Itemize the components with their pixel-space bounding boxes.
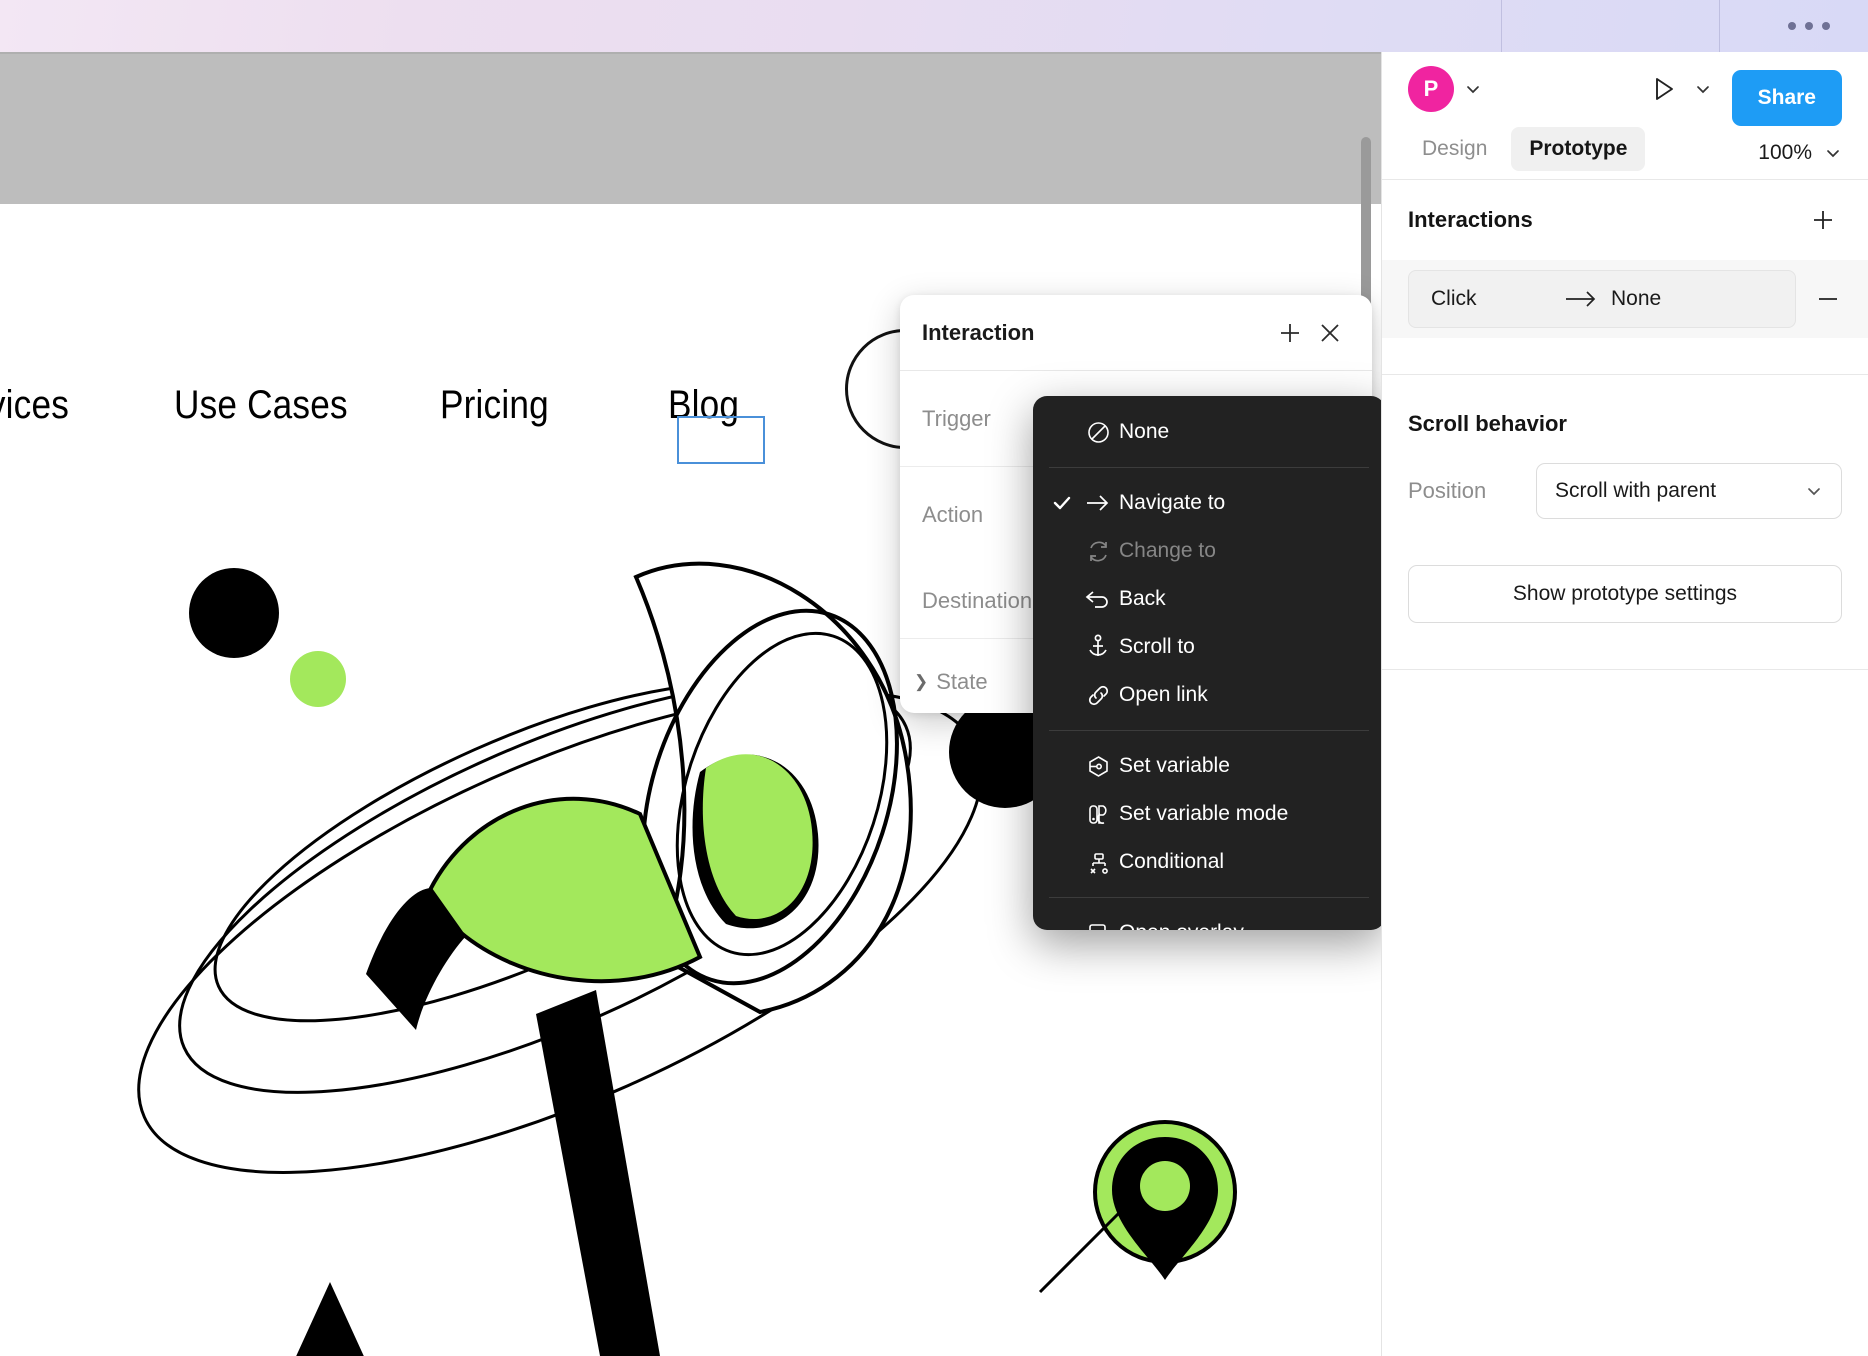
zoom-control[interactable]: 100% [1758,141,1842,165]
menu-item-label: Open overlay [1119,921,1244,930]
set-variable-icon [1077,754,1119,779]
interactions-header: Interactions [1382,180,1868,260]
tab-prototype[interactable]: Prototype [1511,127,1646,171]
menu-item-back[interactable]: Back [1033,575,1385,623]
menu-item-set-variable-mode[interactable]: Set variable mode [1033,790,1385,838]
arrow-back-icon [1077,588,1119,610]
menu-item-label: Change to [1119,539,1216,562]
chevron-right-icon: ❯ [914,672,929,691]
avatar[interactable]: P [1408,66,1454,112]
scroll-behavior-title: Scroll behavior [1408,411,1567,436]
variable-mode-icon [1077,802,1119,827]
prototype-settings-wrap: Show prototype settings [1382,519,1868,623]
menu-item-set-variable[interactable]: Set variable [1033,742,1385,790]
show-prototype-settings-button[interactable]: Show prototype settings [1408,565,1842,623]
menu-item-label: Conditional [1119,850,1225,873]
menu-item-navigate-to[interactable]: Navigate to [1033,479,1385,527]
menu-item-scroll-to[interactable]: Scroll to [1033,623,1385,671]
os-divider-2 [1719,0,1720,52]
os-divider-1 [1501,0,1502,52]
menu-item-open-link[interactable]: Open link [1033,671,1385,719]
interaction-row: Click None [1382,260,1868,338]
tab-design[interactable]: Design [1404,127,1505,171]
menu-item-open-overlay[interactable]: Open overlay [1033,909,1385,930]
arrow-right-icon [1077,493,1119,513]
menu-item-label: Back [1119,587,1166,610]
zoom-level-label: 100% [1758,141,1812,164]
open-overlay-icon [1077,921,1119,930]
share-button[interactable]: Share [1731,70,1842,126]
position-select[interactable]: Scroll with parent [1536,463,1842,519]
panel-divider-2 [1382,669,1868,670]
green-dot [290,651,346,707]
selection-outline-blog [677,416,765,464]
minus-icon[interactable] [1810,286,1846,312]
black-dot [189,568,279,658]
state-label: State [936,669,988,694]
anchor-icon [1077,634,1119,660]
os-title-bar [0,0,1868,52]
chevron-down-icon[interactable] [1464,80,1482,98]
interactions-title: Interactions [1408,207,1533,232]
position-value: Scroll with parent [1555,479,1717,502]
action-dropdown-menu[interactable]: None Navigate to Change to Back Scroll t… [1033,396,1385,930]
link-icon [1077,683,1119,708]
menu-item-label: Open link [1119,683,1208,706]
three-dots-icon[interactable] [1788,22,1830,30]
menu-separator-1 [1049,467,1369,468]
interaction-destination-label: None [1611,287,1662,310]
menu-item-label: Set variable mode [1119,802,1289,825]
menu-item-label: Scroll to [1119,635,1195,658]
nav-item-use-cases[interactable]: Use Cases [174,383,348,428]
menu-item-none[interactable]: None [1033,408,1385,456]
menu-item-conditional[interactable]: Conditional [1033,838,1385,886]
menu-item-label: None [1119,420,1170,443]
present-group[interactable] [1648,74,1712,104]
location-pin-badge [1093,1120,1237,1280]
conditional-icon [1077,850,1119,875]
nav-item-services[interactable]: rvices [0,383,69,428]
interaction-chip[interactable]: Click None [1408,270,1796,328]
menu-item-change-to: Change to [1033,527,1385,575]
nav-item-pricing[interactable]: Pricing [440,383,549,428]
menu-item-label: Set variable [1119,754,1230,777]
refresh-icon [1077,539,1119,564]
interaction-dialog-header: Interaction [900,295,1372,371]
menu-separator-3 [1049,897,1369,898]
menu-separator-2 [1049,730,1369,731]
plus-icon[interactable] [1270,313,1310,353]
inspector-panel: P Share Design Prototype 100% Interactio… [1381,52,1868,1356]
avatar-group[interactable]: P [1408,66,1482,112]
no-entry-icon [1077,420,1119,445]
checkmark-icon [1047,493,1077,513]
close-icon[interactable] [1310,313,1350,353]
chevron-down-icon[interactable] [1824,144,1842,162]
plus-icon[interactable] [1804,201,1842,239]
panel-toolbar: P Share Design Prototype 100% [1382,52,1868,180]
frame-nav: rvices Use Cases Pricing Blog [0,375,739,435]
arrow-right-icon [1551,290,1611,308]
menu-item-label: Navigate to [1119,491,1226,514]
chevron-down-icon[interactable] [1694,80,1712,98]
position-label: Position [1408,478,1487,503]
position-row: Position Scroll with parent [1382,437,1868,519]
chevron-down-icon [1805,482,1823,500]
interaction-trigger-label: Click [1431,287,1477,310]
panel-tabs: Design Prototype [1404,127,1646,171]
interaction-dialog-title: Interaction [922,319,1035,345]
play-icon[interactable] [1648,74,1678,104]
